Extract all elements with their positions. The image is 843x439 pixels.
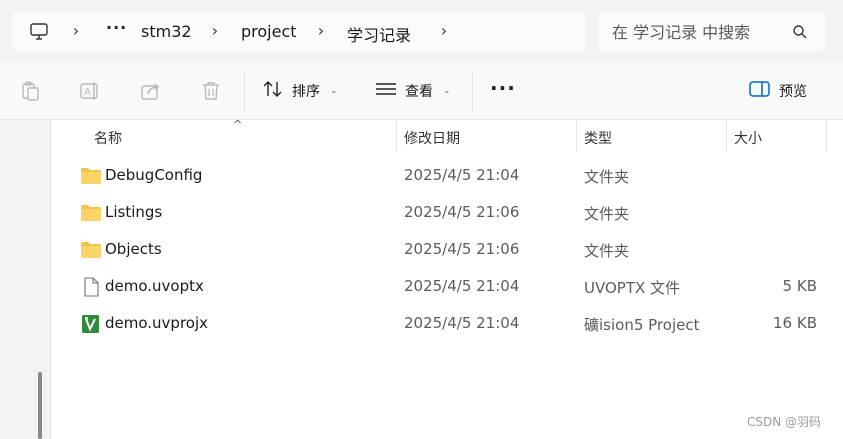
file-type: UVOPTX 文件 [584,279,681,297]
search-input[interactable] [612,21,782,43]
breadcrumb-project[interactable]: project [241,22,297,41]
file-name: demo.uvoptx [105,277,204,295]
search-icon[interactable] [792,24,808,40]
file-type: 文件夹 [584,168,630,186]
chevron-down-icon: ⌄ [330,86,338,96]
sort-ascending-icon: ^ [233,118,243,131]
copy-icon[interactable] [19,79,43,103]
chevron-right-icon[interactable]: › [314,21,328,40]
column-separator[interactable] [396,120,397,152]
column-header-type[interactable]: 类型 [584,128,612,148]
chevron-down-icon: ⌄ [443,86,451,96]
column-header-modified[interactable]: 修改日期 [404,128,460,148]
view-button[interactable]: 查看 ⌄ [375,78,451,104]
column-separator[interactable] [826,120,827,152]
breadcrumb-current-folder[interactable]: 学习记录 [347,22,411,46]
preview-label: 预览 [779,84,807,100]
file-name: DebugConfig [105,166,203,184]
table-row[interactable]: Objects 2025/4/5 21:06 文件夹 [64,232,824,269]
file-size: 5 KB [782,277,817,295]
table-row[interactable]: Listings 2025/4/5 21:06 文件夹 [64,195,824,232]
file-list-area: ^ 名称 修改日期 类型 大小 DebugConfig 2025/4/5 21:… [0,118,843,439]
view-label: 查看 [405,84,433,100]
column-header-size[interactable]: 大小 [734,128,762,148]
toolbar-divider [244,72,245,112]
navigation-scrollbar[interactable] [38,372,42,439]
file-modified: 2025/4/5 21:06 [404,240,520,258]
file-type: 文件夹 [584,242,630,260]
chevron-right-icon[interactable]: › [437,21,451,40]
breadcrumb-stm32[interactable]: stm32 [141,22,192,41]
sort-icon [262,79,284,103]
file-modified: 2025/4/5 21:04 [404,277,520,295]
breadcrumb-overflow[interactable]: ··· [106,18,127,37]
view-lines-icon [375,79,397,103]
address-bar[interactable]: › ··· stm32 › project › 学习记录 › [12,12,586,51]
keil-project-icon [80,314,102,334]
share-icon[interactable] [139,79,163,103]
rename-icon[interactable]: A [78,79,102,103]
search-box[interactable] [598,12,825,51]
address-bar-row: › ··· stm32 › project › 学习记录 › [0,0,843,62]
file-icon [80,277,102,297]
column-separator[interactable] [576,120,577,152]
navigation-pane[interactable] [0,120,50,439]
table-row[interactable]: DebugConfig 2025/4/5 21:04 文件夹 [64,158,824,195]
preview-pane-button[interactable]: 预览 [749,78,807,104]
table-row[interactable]: demo.uvprojx 2025/4/5 21:04 礦ision5 Proj… [64,306,824,343]
file-modified: 2025/4/5 21:06 [404,203,520,221]
command-bar: A 排序 ⌄ 查看 ⌄ ··· 预览 [0,62,843,120]
folder-icon [80,240,102,260]
watermark: CSDN @羽码 [747,415,822,429]
delete-icon[interactable] [199,79,223,103]
folder-icon [80,203,102,223]
preview-pane-icon [749,80,771,102]
file-name: demo.uvprojx [105,314,209,332]
table-row[interactable]: demo.uvoptx 2025/4/5 21:04 UVOPTX 文件 5 K… [64,269,824,306]
file-type: 文件夹 [584,205,630,223]
column-separator[interactable] [726,120,727,152]
file-modified: 2025/4/5 21:04 [404,314,520,332]
column-header-name[interactable]: 名称 [94,128,122,148]
file-size: 16 KB [773,314,817,332]
file-modified: 2025/4/5 21:04 [404,166,520,184]
file-type: 礦ision5 Project [584,316,700,334]
file-name: Objects [105,240,162,258]
file-name: Listings [105,203,163,221]
more-options-button[interactable]: ··· [490,78,516,98]
toolbar-divider [472,72,473,112]
chevron-right-icon[interactable]: › [208,21,222,40]
file-list-scrollbar[interactable] [834,120,843,439]
chevron-right-icon[interactable]: › [69,21,83,40]
this-pc-icon[interactable] [29,22,49,42]
sort-button[interactable]: 排序 ⌄ [262,78,338,104]
column-header-row: ^ 名称 修改日期 类型 大小 [0,118,843,152]
sort-label: 排序 [292,84,320,100]
pane-divider[interactable] [50,120,51,439]
svg-text:A: A [84,87,91,98]
folder-icon [80,166,102,186]
